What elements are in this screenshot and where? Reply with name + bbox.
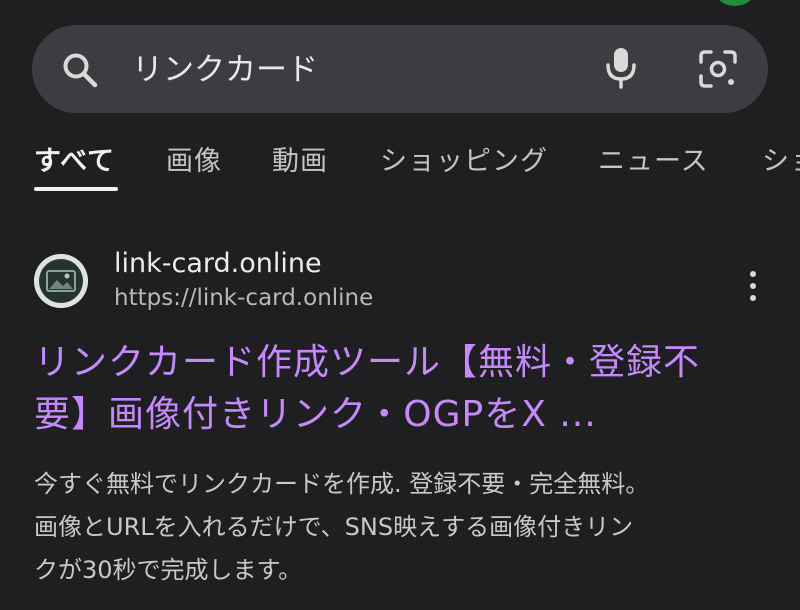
tab-shopping[interactable]: ショッピング [380, 145, 548, 179]
tab-all[interactable]: すべて [34, 145, 115, 179]
result-title-line-1: リンクカード作成ツール【無料・登録不 [34, 342, 701, 383]
lens-icon[interactable] [697, 48, 739, 90]
status-dot [716, 0, 754, 6]
more-vert-icon[interactable] [742, 266, 764, 306]
result-title-link[interactable]: リンクカード作成ツール【無料・登録不 要】画像付きリンク・OGPをX ... [34, 337, 774, 441]
result-site-name[interactable]: link-card.online [114, 247, 322, 281]
tab-images[interactable]: 画像 [166, 145, 222, 179]
search-input[interactable] [132, 44, 572, 96]
snippet-line-3: クが30秒で完成します。 [34, 556, 303, 584]
result-title-line-2: 要】画像付きリンク・OGPをX ... [34, 394, 597, 435]
search-tabs: すべて 画像 動画 ショッピング ニュース ショ [0, 135, 800, 195]
snippet-line-2: 画像とURLを入れるだけで、SNS映えする画像付きリン [34, 513, 634, 541]
search-icon[interactable] [60, 50, 100, 90]
favicon-image-icon [34, 254, 88, 308]
tab-videos[interactable]: 動画 [272, 145, 328, 179]
site-favicon[interactable] [34, 254, 88, 308]
result-site-url[interactable]: https://link-card.online [114, 283, 373, 313]
tab-overflow[interactable]: ショ [762, 145, 800, 179]
tab-news[interactable]: ニュース [598, 145, 709, 179]
snippet-line-1: 今すぐ無料でリンクカードを作成. 登録不要・完全無料。 [34, 470, 650, 498]
result-snippet: 今すぐ無料でリンクカードを作成. 登録不要・完全無料。 画像とURLを入れるだけ… [34, 463, 774, 592]
search-results-page: すべて 画像 動画 ショッピング ニュース ショ link-card.onlin… [0, 0, 800, 610]
mic-icon[interactable] [603, 46, 639, 90]
active-tab-indicator [34, 187, 118, 191]
